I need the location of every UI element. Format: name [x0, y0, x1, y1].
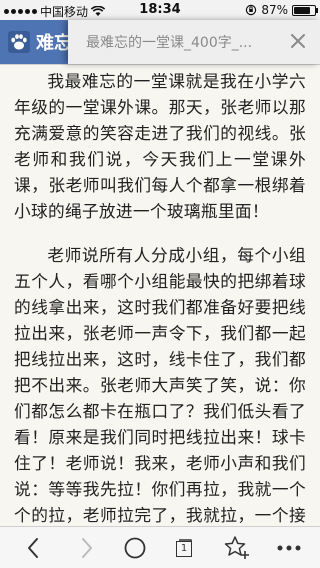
chevron-right-icon	[82, 538, 92, 558]
site-title: 难忘	[36, 33, 72, 54]
more-dots-icon	[277, 545, 301, 551]
paw-logo-icon	[8, 31, 30, 53]
status-bar: 中国移动 18:34 87%	[0, 0, 320, 20]
back-button[interactable]	[18, 533, 48, 563]
browser-header: 难忘 最难忘的一堂课_400字_...	[0, 20, 320, 65]
forward-button[interactable]	[72, 533, 102, 563]
status-right: 87%	[245, 3, 318, 17]
orientation-lock-icon	[246, 4, 257, 16]
home-button[interactable]	[120, 533, 150, 563]
browser-toolbar: 1	[0, 526, 320, 568]
star-plus-icon	[224, 536, 249, 559]
underlying-page-header[interactable]: 难忘	[0, 20, 72, 64]
chevron-left-icon	[28, 538, 38, 558]
page-title: 最难忘的一堂课_400字_...	[86, 35, 253, 51]
more-button[interactable]	[274, 533, 304, 563]
circle-home-icon	[124, 537, 146, 559]
article-paragraph: 老师说所有人分成小组，每个小组五个人，看哪个小组能最快的把绑着球的线拿出来，这时…	[14, 245, 306, 525]
battery-icon	[292, 4, 318, 16]
battery-percentage: 87%	[261, 3, 288, 17]
close-icon[interactable]	[288, 31, 308, 51]
tabs-button[interactable]: 1	[168, 533, 198, 563]
tab-count-badge: 1	[176, 541, 192, 557]
bookmark-button[interactable]	[222, 533, 252, 563]
article-body: 我最难忘的一堂课就是我在小学六年级的一堂课外课。那天，张老师以那充满爱意的笑容走…	[14, 68, 306, 527]
article-paragraph: 我最难忘的一堂课就是我在小学六年级的一堂课外课。那天，张老师以那充满爱意的笑容走…	[14, 71, 306, 221]
reader-tab-sheet: 最难忘的一堂课_400字_...	[68, 20, 320, 64]
